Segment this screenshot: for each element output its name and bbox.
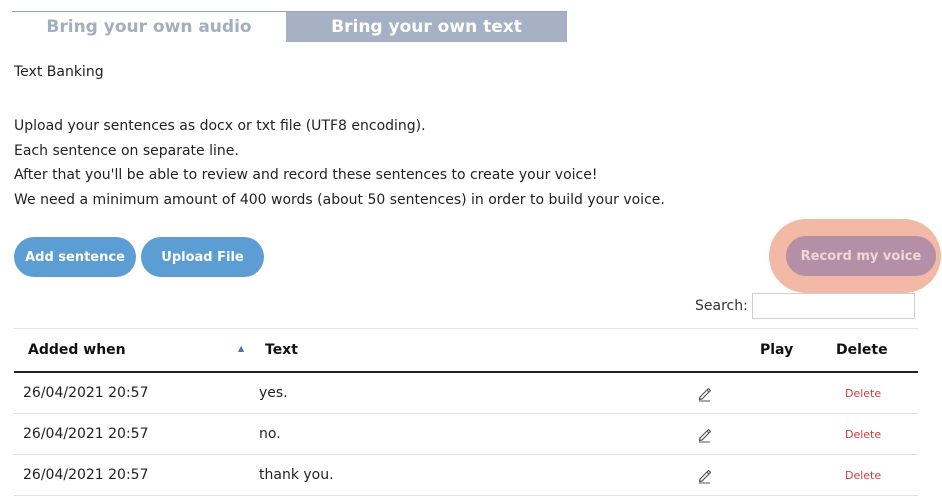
- row-added-when: 26/04/2021 20:57: [23, 426, 149, 442]
- search-input[interactable]: [752, 293, 915, 319]
- sort-ascending-icon[interactable]: ▲: [238, 344, 244, 353]
- tab-bring-your-own-text[interactable]: Bring your own text: [286, 12, 567, 42]
- delete-link[interactable]: Delete: [845, 469, 881, 482]
- row-added-when: 26/04/2021 20:57: [23, 467, 149, 483]
- page-title: Text Banking: [14, 64, 104, 80]
- search-label: Search:: [695, 298, 748, 314]
- row-text: thank you.: [259, 467, 334, 483]
- row-text: yes.: [259, 385, 288, 401]
- upload-file-button[interactable]: Upload File: [141, 237, 264, 277]
- pencil-icon[interactable]: [696, 466, 714, 484]
- add-sentence-button[interactable]: Add sentence: [14, 237, 136, 277]
- delete-link[interactable]: Delete: [845, 428, 881, 441]
- instruction-line: Each sentence on separate line.: [14, 142, 239, 159]
- table-header: Added when ▲ Text Play Delete: [14, 329, 918, 373]
- column-header-added-when[interactable]: Added when: [28, 342, 126, 358]
- table-row: 26/04/2021 20:57 no. Delete: [14, 414, 918, 455]
- column-header-play[interactable]: Play: [760, 342, 793, 358]
- record-my-voice-button[interactable]: Record my voice: [786, 236, 936, 276]
- tab-bar: Bring your own audio Bring your own text: [12, 11, 567, 42]
- instruction-line: After that you'll be able to review and …: [14, 167, 598, 183]
- sentences-table: Added when ▲ Text Play Delete 26/04/2021…: [14, 328, 918, 496]
- pencil-icon[interactable]: [696, 425, 714, 443]
- delete-link[interactable]: Delete: [845, 387, 881, 400]
- row-text: no.: [259, 426, 281, 442]
- row-added-when: 26/04/2021 20:57: [23, 385, 149, 401]
- instructions: Upload your sentences as docx or txt fil…: [14, 114, 665, 212]
- column-header-delete[interactable]: Delete: [836, 342, 888, 358]
- column-header-text[interactable]: Text: [265, 342, 298, 358]
- tab-bring-your-own-audio[interactable]: Bring your own audio: [12, 12, 286, 42]
- instruction-line: Upload your sentences as docx or txt fil…: [14, 118, 426, 134]
- table-row: 26/04/2021 20:57 yes. Delete: [14, 373, 918, 414]
- table-row: 26/04/2021 20:57 thank you. Delete: [14, 455, 918, 496]
- pencil-icon[interactable]: [696, 384, 714, 402]
- instruction-line: We need a minimum amount of 400 words (a…: [14, 191, 665, 208]
